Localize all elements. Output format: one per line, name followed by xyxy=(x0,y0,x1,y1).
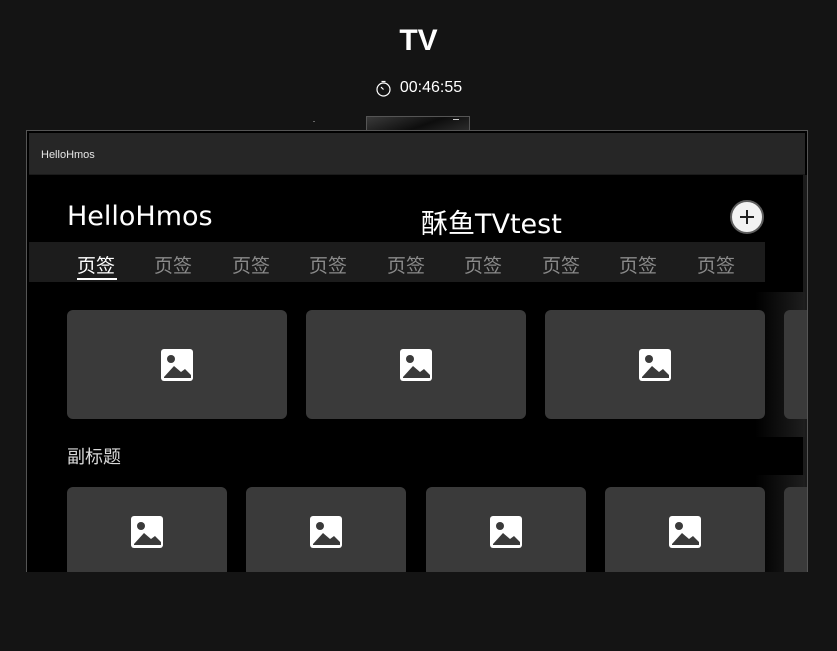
session-timer: 00:46:55 xyxy=(0,79,837,97)
window-titlebar: HelloHmos xyxy=(29,133,805,175)
card-small-2[interactable] xyxy=(246,487,406,572)
timer-value: 00:46:55 xyxy=(399,79,463,96)
tab-6[interactable]: 页签 xyxy=(464,251,502,278)
section-subtitle: 副标题 xyxy=(67,447,121,468)
stopwatch-icon xyxy=(376,80,391,97)
tab-7[interactable]: 页签 xyxy=(542,251,580,278)
add-button[interactable] xyxy=(730,200,764,234)
card-large-3[interactable] xyxy=(545,310,765,419)
tab-1[interactable]: 页签 xyxy=(77,251,115,278)
tab-4[interactable]: 页签 xyxy=(309,251,347,278)
tab-3[interactable]: 页签 xyxy=(232,251,270,278)
tv-sensor xyxy=(313,121,315,122)
app-center-title: 酥鱼TVtest xyxy=(421,209,562,240)
card-large-1[interactable] xyxy=(67,310,287,419)
window-title: HelloHmos xyxy=(41,149,95,161)
tab-8[interactable]: 页签 xyxy=(619,251,657,278)
tab-5[interactable]: 页签 xyxy=(387,251,425,278)
card-small-3[interactable] xyxy=(426,487,586,572)
device-title: TV xyxy=(399,24,438,57)
active-tab-indicator xyxy=(77,278,117,280)
tab-2[interactable]: 页签 xyxy=(154,251,192,278)
tv-indicator-light xyxy=(453,119,459,120)
card-small-5-partial[interactable] xyxy=(784,487,807,572)
image-placeholder-icon xyxy=(639,349,671,381)
app-title: HelloHmos xyxy=(67,201,213,232)
image-placeholder-icon xyxy=(161,349,193,381)
card-large-2[interactable] xyxy=(306,310,526,419)
image-placeholder-icon xyxy=(400,349,432,381)
image-placeholder-icon xyxy=(131,516,163,548)
tv-screen: HelloHmos HelloHmos 酥鱼TVtest 页签 页签 页签 页签… xyxy=(26,130,808,572)
card-small-1[interactable] xyxy=(67,487,227,572)
plus-circle-icon xyxy=(740,210,754,224)
tab-bar: 页签 页签 页签 页签 页签 页签 页签 页签 页签 xyxy=(29,242,765,282)
card-large-4-partial[interactable] xyxy=(784,310,807,419)
image-placeholder-icon xyxy=(310,516,342,548)
tab-9[interactable]: 页签 xyxy=(697,251,735,278)
image-placeholder-icon xyxy=(490,516,522,548)
card-small-4[interactable] xyxy=(605,487,765,572)
image-placeholder-icon xyxy=(669,516,701,548)
